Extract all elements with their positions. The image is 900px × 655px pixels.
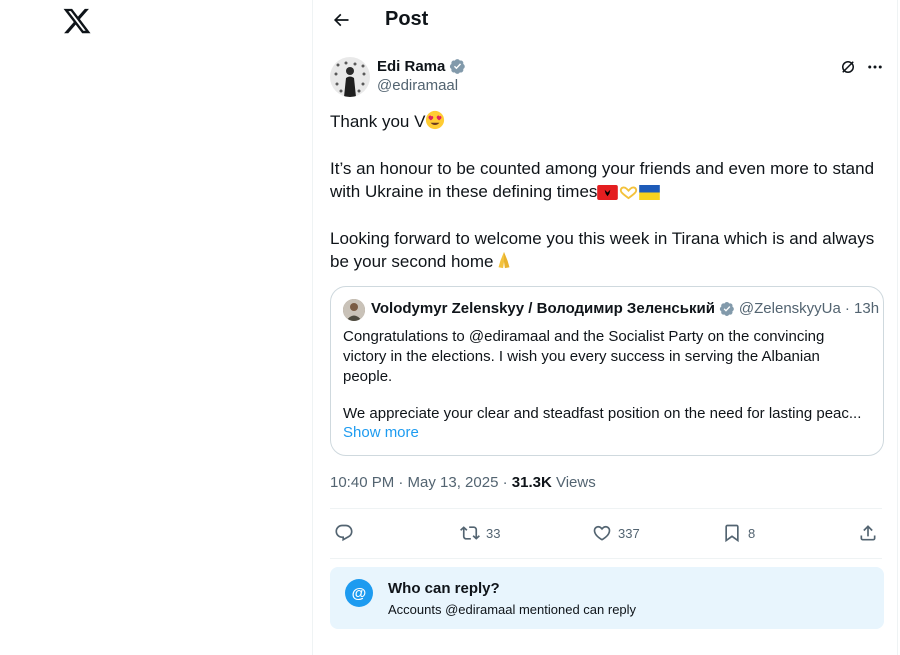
reply-icon	[335, 524, 353, 542]
left-rail	[0, 0, 312, 655]
author-handle[interactable]: @ediramaal	[377, 77, 458, 94]
show-more-link[interactable]: Show more	[343, 424, 419, 441]
action-bar: 33 337 8	[330, 518, 886, 548]
more-icon	[868, 65, 882, 69]
timestamp-text[interactable]: 10:40 PM · May 13, 2025 ·	[330, 474, 512, 491]
like-count: 337	[618, 525, 640, 541]
quote-time: · 13h	[844, 300, 880, 317]
albania-flag-icon	[597, 185, 619, 200]
page-title: Post	[385, 8, 429, 30]
verified-icon	[719, 301, 734, 316]
post-text-1-content: Thank you V	[330, 112, 426, 131]
who-can-reply-title: Who can reply?	[388, 580, 500, 597]
folded-hands-icon	[498, 251, 509, 269]
views-label: Views	[551, 474, 596, 491]
who-can-reply-subtitle: Accounts @ediramaal mentioned can reply	[388, 602, 637, 617]
share-button[interactable]	[858, 518, 878, 548]
divider	[330, 558, 882, 559]
heart-hands-icon	[620, 186, 638, 200]
quote-text-truncated: We appreciate your clear and steadfast p…	[343, 405, 862, 422]
back-arrow-icon	[333, 13, 349, 27]
retweet-icon	[460, 526, 480, 540]
author-name[interactable]: Edi Rama	[377, 58, 466, 75]
avatar[interactable]	[330, 57, 370, 97]
post-text-3: Looking forward to welcome you this week…	[330, 227, 886, 273]
post-text-3-content: Looking forward to welcome you this week…	[330, 229, 875, 271]
more-button[interactable]	[864, 56, 886, 78]
bookmark-count: 8	[748, 525, 756, 541]
quoted-post[interactable]: Volodymyr Zelenskyy / Володимир Зеленськ…	[330, 286, 884, 456]
retweet-button[interactable]: 33	[460, 518, 500, 548]
bookmark-icon	[725, 524, 739, 543]
post-text-2: It’s an honour to be counted among your …	[330, 157, 886, 203]
who-can-reply-box: @ Who can reply? Accounts @ediramaal men…	[330, 567, 884, 629]
post-timestamp: 10:40 PM · May 13, 2025 · 31.3K Views	[330, 474, 596, 491]
quote-text: Congratulations to @ediramaal and the So…	[343, 328, 825, 385]
grok-button[interactable]	[837, 56, 859, 78]
verified-icon	[450, 59, 466, 74]
at-icon: @	[345, 579, 373, 607]
share-icon	[860, 525, 876, 541]
divider	[330, 508, 882, 509]
author-name-text: Edi Rama	[377, 58, 446, 75]
post-text-1: Thank you V	[330, 110, 886, 133]
like-icon	[593, 525, 611, 541]
like-button[interactable]: 337	[592, 518, 640, 548]
reply-button[interactable]	[334, 518, 354, 548]
quote-author-handle: @ZelenskyyUa	[738, 300, 841, 317]
heart-eyes-emoji-icon	[426, 110, 445, 130]
quote-author-name: Volodymyr Zelenskyy / Володимир Зеленськ…	[371, 300, 715, 317]
quote-header: Volodymyr Zelenskyy / Володимир Зеленськ…	[371, 300, 879, 317]
post-column: Post Edi Rama @ediramaal Thank you V It’…	[312, 0, 898, 655]
ukraine-flag-icon	[639, 185, 661, 200]
retweet-count: 33	[486, 525, 501, 541]
bookmark-button[interactable]: 8	[722, 518, 755, 548]
quote-avatar	[343, 299, 365, 321]
topbar: Post	[313, 0, 899, 40]
grok-icon	[842, 61, 854, 73]
x-logo[interactable]	[62, 6, 92, 36]
views-count: 31.3K	[511, 474, 552, 491]
back-button[interactable]	[327, 6, 355, 34]
